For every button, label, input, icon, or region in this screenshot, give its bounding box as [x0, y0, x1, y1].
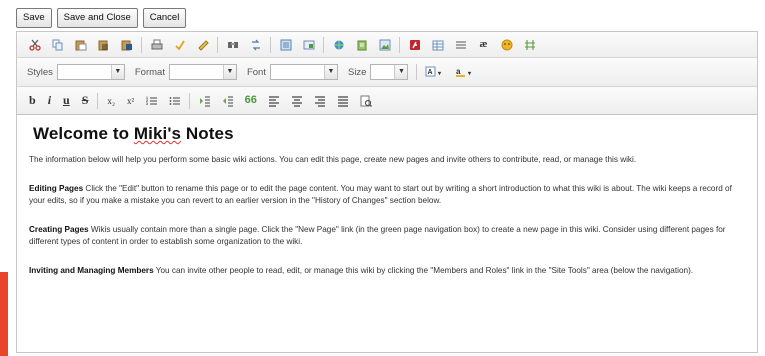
align-center-icon[interactable]	[290, 94, 303, 107]
select-all-icon[interactable]	[279, 38, 292, 51]
paste-text-icon[interactable]	[97, 38, 110, 51]
font-dropdown[interactable]: ▼	[269, 64, 338, 80]
toolbar-separator	[399, 36, 400, 53]
toolbar-row-clipboard: æ	[17, 32, 757, 58]
creating-pages-text: Wikis usually contain more than a single…	[29, 225, 726, 246]
text-color-icon[interactable]: A ▾	[425, 66, 445, 79]
title-prefix: Welcome to	[33, 124, 134, 143]
size-label: Size	[347, 66, 367, 78]
underline-icon[interactable]: u	[63, 93, 70, 108]
smiley-icon[interactable]: æ	[477, 38, 490, 51]
format-label: Format	[134, 66, 165, 78]
paste-word-icon[interactable]	[120, 38, 133, 51]
toolbar-separator	[270, 36, 271, 53]
toolbar-row-formatting: b i u S x₂ x² 123 66	[17, 87, 757, 115]
link-icon[interactable]	[332, 38, 345, 51]
page-title: Welcome to Miki's Notes	[33, 124, 745, 144]
rich-text-editor: æ Styles ▼ Format ▼ Font ▼ Size ▼ A ▾ a ▾ …	[16, 31, 758, 353]
image-icon[interactable]	[378, 38, 391, 51]
editing-pages-heading: Editing Pages	[29, 184, 84, 193]
page-break-icon[interactable]	[523, 38, 536, 51]
flash-icon[interactable]	[408, 38, 421, 51]
preview-icon[interactable]	[359, 94, 372, 107]
svg-text:▾: ▾	[467, 71, 472, 77]
align-justify-icon[interactable]	[336, 94, 349, 107]
subscript-icon[interactable]: x₂	[107, 96, 115, 106]
members-heading: Inviting and Managing Members	[29, 266, 154, 275]
remove-format-icon[interactable]	[302, 38, 315, 51]
editing-pages-text: Click the "Edit" button to rename this p…	[29, 184, 732, 205]
toolbar-row-styles: Styles ▼ Format ▼ Font ▼ Size ▼ A ▾ a ▾	[17, 58, 757, 87]
background-color-icon[interactable]: a ▾	[455, 66, 475, 79]
title-suffix: Notes	[181, 124, 234, 143]
chevron-down-icon: ▼	[222, 65, 236, 79]
editor-content-area[interactable]: Welcome to Miki's Notes The information …	[17, 116, 757, 352]
creating-pages-paragraph: Creating Pages Wikis usually contain mor…	[29, 224, 745, 248]
wiki-editor-window: Save Save and Close Cancel æ Styles ▼ Fo…	[0, 0, 765, 356]
spellcheck-icon[interactable]	[173, 38, 186, 51]
toolbar-separator	[97, 92, 99, 109]
save-button[interactable]: Save	[16, 8, 52, 28]
svg-text:3: 3	[146, 102, 148, 106]
title-name: Miki's	[133, 124, 182, 143]
size-dropdown[interactable]: ▼	[370, 64, 409, 80]
members-text: You can invite other people to read, edi…	[153, 266, 694, 275]
indent-icon[interactable]	[198, 94, 211, 107]
format-dropdown[interactable]: ▼	[168, 64, 237, 80]
side-accent-marker	[0, 272, 8, 356]
numbered-list-icon[interactable]: 123	[145, 94, 158, 107]
toolbar-separator	[217, 36, 218, 53]
members-paragraph: Inviting and Managing Members You can in…	[29, 265, 745, 277]
table-icon[interactable]	[431, 38, 444, 51]
chevron-down-icon: ▼	[110, 65, 124, 79]
styles-label: Styles	[27, 66, 53, 78]
replace-icon[interactable]	[249, 38, 262, 51]
find-icon[interactable]	[226, 38, 239, 51]
bold-icon[interactable]: b	[29, 93, 36, 108]
font-label: Font	[246, 66, 266, 78]
bulleted-list-icon[interactable]	[168, 94, 181, 107]
editing-pages-paragraph: Editing Pages Click the "Edit" button to…	[29, 183, 745, 207]
toolbar-separator	[323, 36, 324, 53]
align-right-icon[interactable]	[313, 94, 326, 107]
italic-icon[interactable]: i	[48, 93, 51, 108]
chevron-down-icon: ▼	[323, 65, 337, 79]
styles-dropdown[interactable]: ▼	[56, 64, 125, 80]
toolbar-separator	[189, 92, 191, 109]
copy-icon[interactable]	[51, 38, 64, 51]
save-and-close-button[interactable]: Save and Close	[56, 8, 138, 28]
svg-text:A: A	[428, 69, 433, 76]
horizontal-rule-icon[interactable]	[454, 38, 467, 51]
chevron-down-icon: ▼	[394, 65, 408, 79]
blockquote-icon[interactable]: 66	[244, 94, 257, 107]
toolbar-separator	[416, 64, 418, 80]
align-left-icon[interactable]	[267, 94, 280, 107]
cancel-button[interactable]: Cancel	[142, 8, 187, 28]
strikethrough-icon[interactable]: S	[82, 93, 89, 108]
svg-text:▾: ▾	[437, 71, 442, 77]
action-bar: Save Save and Close Cancel	[16, 8, 187, 28]
cut-icon[interactable]	[28, 38, 41, 51]
scayt-icon[interactable]	[196, 38, 209, 51]
outdent-icon[interactable]	[221, 94, 234, 107]
svg-text:a: a	[456, 67, 461, 76]
special-char-icon[interactable]	[500, 38, 513, 51]
creating-pages-heading: Creating Pages	[29, 225, 89, 234]
superscript-icon[interactable]: x²	[127, 96, 134, 106]
paste-icon[interactable]	[74, 38, 87, 51]
toolbar-separator	[141, 36, 142, 53]
anchor-icon[interactable]	[355, 38, 368, 51]
intro-paragraph: The information below will help you perf…	[29, 155, 637, 164]
print-icon[interactable]	[150, 38, 163, 51]
